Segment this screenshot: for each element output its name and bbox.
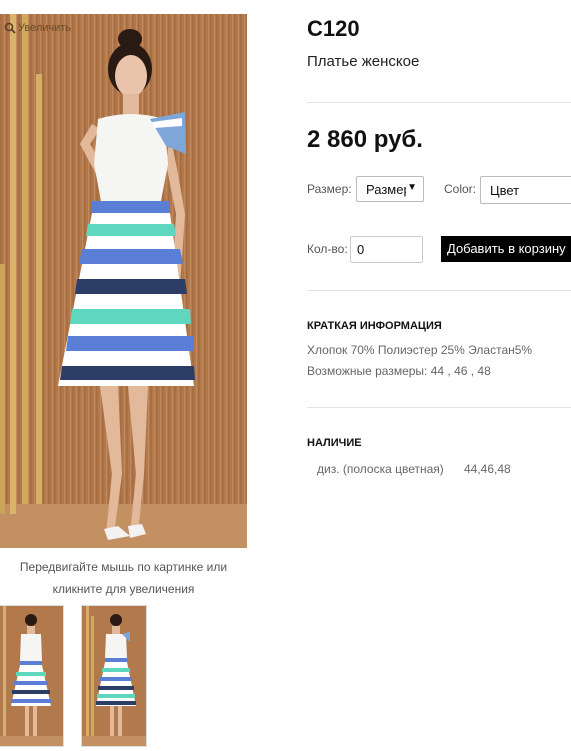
quantity-value: 0	[357, 242, 365, 257]
caption-line-2: кликните для увеличения	[52, 582, 195, 596]
product-price: 2 860 руб.	[307, 126, 423, 153]
divider	[307, 407, 571, 408]
zoom-hint-label: Увеличить	[18, 22, 72, 34]
size-select[interactable]: Размер ▼	[356, 176, 424, 202]
available-sizes-text: Возможные размеры: 44 , 46 , 48	[307, 364, 491, 378]
quantity-input[interactable]: 0	[350, 236, 423, 263]
size-label: Размер:	[307, 182, 352, 196]
product-sku: C120	[307, 16, 360, 41]
image-caption: Передвигайте мышь по картинке или кликни…	[0, 556, 247, 600]
divider	[307, 290, 571, 291]
size-select-value: Размер	[366, 182, 406, 197]
product-main-image[interactable]	[0, 14, 247, 548]
dress-photo-illustration	[0, 14, 247, 548]
color-select-value: Цвет	[490, 183, 520, 198]
zoom-hint[interactable]: Увеличить	[4, 22, 71, 34]
thumbnail-front-image	[82, 606, 146, 746]
caption-line-1: Передвигайте мышь по картинке или	[19, 560, 228, 574]
thumbnail-back-image	[0, 606, 63, 746]
color-select[interactable]: Цвет	[480, 176, 571, 204]
thumbnail-front-view[interactable]	[81, 605, 147, 747]
color-label: Color:	[444, 182, 477, 196]
divider	[307, 102, 571, 103]
short-info-title: КРАТКАЯ ИНФОРМАЦИЯ	[307, 320, 442, 332]
availability-row-name: диз. (полоска цветная)	[317, 462, 444, 476]
availability-row-sizes: 44,46,48	[464, 462, 511, 476]
add-to-cart-button[interactable]: Добавить в корзину	[441, 236, 571, 262]
magnifier-icon	[4, 22, 16, 34]
product-subtitle: Платье женское	[307, 53, 420, 70]
composition-text: Хлопок 70% Полиэстер 25% Эластан5%	[307, 343, 533, 357]
thumbnail-back-view[interactable]	[0, 605, 64, 747]
dropdown-arrow-icon: ▼	[407, 182, 417, 193]
quantity-label: Кол-во:	[307, 242, 348, 256]
availability-title: НАЛИЧИЕ	[307, 437, 362, 449]
